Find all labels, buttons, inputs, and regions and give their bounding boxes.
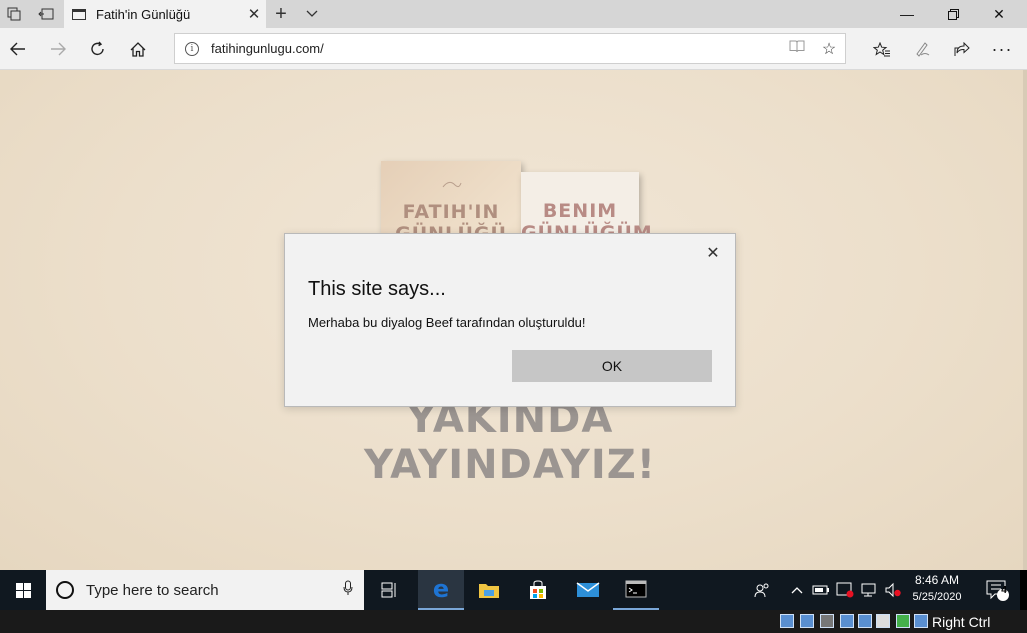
search-placeholder[interactable]: Type here to search (86, 582, 332, 599)
vm-recording-icon[interactable] (876, 614, 890, 628)
store-icon[interactable] (515, 570, 561, 610)
notification-count: 4 (1001, 585, 1007, 596)
vm-status-bar: Right Ctrl (0, 610, 1027, 633)
browser-nav-bar: i fatihingunlugu.com/ ☆ ··· (0, 28, 1027, 70)
security-alert-icon[interactable] (834, 570, 856, 610)
battery-icon[interactable] (810, 570, 832, 610)
dialog-message: Merhaba bu diyalog Beef tarafından oluşt… (308, 315, 586, 330)
people-icon[interactable] (750, 570, 774, 610)
more-options-icon[interactable]: ··· (984, 34, 1020, 64)
close-window-button[interactable]: ✕ (976, 0, 1022, 28)
pen-notes-icon[interactable] (904, 34, 940, 64)
back-arrow-icon[interactable] (0, 34, 36, 64)
site-info-icon[interactable]: i (185, 41, 199, 56)
share-icon[interactable] (944, 34, 980, 64)
windows-logo-icon (15, 582, 31, 598)
browser-tab-bar: Fatih'in Günlüğü ✕ + — ✕ (0, 0, 1027, 28)
dialog-heading: This site says... (308, 278, 446, 300)
chevron-down-icon[interactable] (298, 0, 326, 28)
network-icon[interactable] (858, 570, 880, 610)
cortana-icon[interactable] (56, 581, 74, 599)
reading-view-icon[interactable] (781, 40, 813, 58)
ok-button[interactable]: OK (512, 350, 712, 382)
close-tab-icon[interactable]: ✕ (242, 5, 266, 23)
home-icon[interactable] (120, 34, 156, 64)
forward-arrow-icon[interactable] (40, 34, 76, 64)
action-center-icon[interactable]: 4 (974, 570, 1020, 610)
book-ornament-icon (442, 181, 462, 188)
show-hidden-icons-chevron[interactable] (788, 570, 806, 610)
start-button[interactable] (0, 570, 46, 610)
window-edge (1020, 570, 1027, 610)
tab-title: Fatih'in Günlüğü (96, 6, 191, 22)
host-key-label: Right Ctrl (932, 614, 991, 630)
vm-shared-folder-icon[interactable] (840, 614, 854, 628)
file-explorer-icon[interactable] (466, 570, 512, 610)
clock-date: 5/25/2020 (912, 591, 962, 603)
tab-preview-icon[interactable] (32, 0, 60, 28)
refresh-icon[interactable] (80, 34, 116, 64)
favorites-list-icon[interactable] (864, 34, 900, 64)
volume-muted-icon[interactable] (882, 570, 904, 610)
close-dialog-icon[interactable]: ✕ (703, 244, 723, 264)
tab-active[interactable]: Fatih'in Günlüğü ✕ (64, 0, 266, 28)
clock-time: 8:46 AM (914, 573, 960, 587)
vm-mouse-icon[interactable] (914, 614, 928, 628)
vm-display-icon[interactable] (858, 614, 872, 628)
task-view-icon[interactable] (367, 570, 413, 610)
windows-taskbar: Type here to search e 8:46 AM 5/25/2020 … (0, 570, 1020, 610)
taskbar-search-box[interactable]: Type here to search (46, 570, 364, 610)
page-scrollbar[interactable] (1023, 70, 1027, 570)
mail-icon[interactable] (565, 570, 611, 610)
favorite-star-icon[interactable]: ☆ (813, 39, 845, 59)
vm-storage-icon[interactable] (780, 614, 794, 628)
vm-usb-icon[interactable] (820, 614, 834, 628)
alert-dialog: ✕ This site says... Merhaba bu diyalog B… (284, 233, 736, 407)
minimize-button[interactable]: — (884, 0, 930, 28)
vm-network-icon[interactable] (800, 614, 814, 628)
slogan-line-2: YAYINDAYIZ! (363, 442, 656, 488)
edge-browser-icon[interactable]: e (418, 570, 464, 610)
new-tab-icon[interactable]: + (268, 0, 294, 28)
vm-cpu-icon[interactable] (896, 614, 910, 628)
address-bar[interactable]: i fatihingunlugu.com/ ☆ (174, 33, 846, 64)
command-prompt-icon[interactable] (613, 570, 659, 610)
restore-button[interactable] (930, 0, 976, 28)
system-clock[interactable]: 8:46 AM 5/25/2020 (906, 573, 968, 603)
url-text[interactable]: fatihingunlugu.com/ (211, 41, 781, 56)
page-icon (72, 8, 86, 20)
microphone-icon[interactable] (332, 580, 364, 600)
tab-set-aside-icon[interactable] (0, 0, 28, 28)
